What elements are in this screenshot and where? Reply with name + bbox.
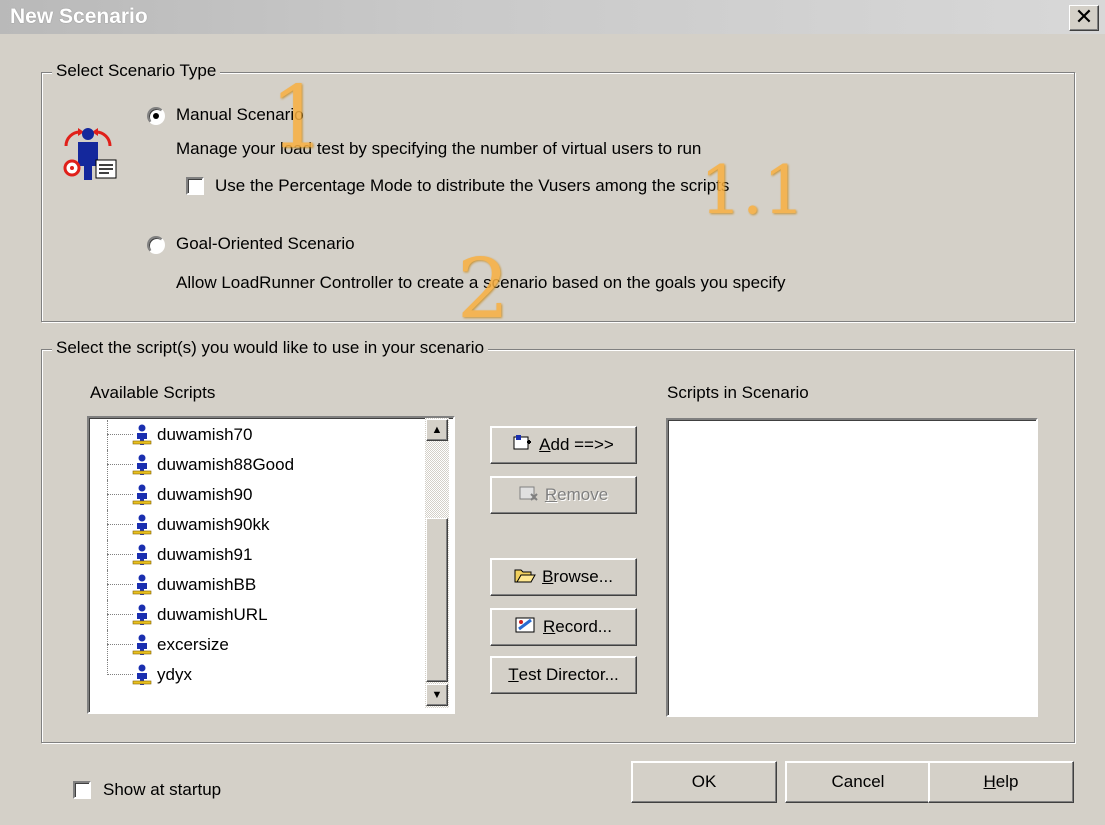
percentage-mode-checkbox[interactable] bbox=[186, 177, 204, 195]
script-name: duwamish70 bbox=[157, 425, 253, 444]
goal-oriented-label[interactable]: Goal-Oriented Scenario bbox=[176, 234, 355, 254]
record-button[interactable]: Record... bbox=[490, 608, 637, 646]
tree-line bbox=[107, 630, 108, 660]
scroll-up-button[interactable]: ▲ bbox=[426, 419, 448, 441]
tree-branch bbox=[107, 644, 133, 645]
cancel-label: Cancel bbox=[831, 772, 885, 791]
tree-branch bbox=[107, 584, 133, 585]
tree-branch bbox=[107, 494, 133, 495]
tree-branch bbox=[107, 434, 133, 435]
script-icon bbox=[131, 604, 153, 631]
tree-branch bbox=[107, 524, 133, 525]
script-name: ydyx bbox=[157, 665, 192, 684]
script-icon bbox=[131, 544, 153, 571]
list-item[interactable]: duwamish90 bbox=[89, 480, 425, 510]
browse-label: rowse... bbox=[553, 567, 613, 586]
percentage-mode-label[interactable]: Use the Percentage Mode to distribute th… bbox=[215, 176, 729, 196]
script-icon bbox=[131, 664, 153, 691]
script-name: duwamish91 bbox=[157, 545, 253, 564]
window-title: New Scenario bbox=[10, 5, 148, 28]
list-item[interactable]: ydyx bbox=[89, 660, 425, 690]
script-icon bbox=[131, 634, 153, 661]
annotation-2: 2 bbox=[457, 242, 510, 337]
new-scenario-dialog: New Scenario ✕ Select Scenario Type Manu… bbox=[0, 0, 1105, 825]
list-item[interactable]: duwamish70 bbox=[89, 420, 425, 450]
list-item[interactable]: duwamishURL bbox=[89, 600, 425, 630]
tree-branch bbox=[107, 464, 133, 465]
close-button[interactable]: ✕ bbox=[1069, 5, 1099, 31]
add-script-button[interactable]: Add ==>> bbox=[490, 426, 637, 464]
add-accel: A bbox=[539, 435, 551, 454]
script-icon bbox=[131, 424, 153, 451]
scroll-down-button[interactable]: ▼ bbox=[426, 684, 448, 706]
tree-line bbox=[107, 570, 108, 600]
annotation-1: 1 bbox=[270, 68, 325, 168]
tree-branch bbox=[107, 554, 133, 555]
close-icon: ✕ bbox=[1074, 4, 1094, 29]
scripts-in-scenario-list[interactable] bbox=[666, 418, 1038, 717]
script-name: duwamish90 bbox=[157, 485, 253, 504]
script-name: duwamish90kk bbox=[157, 515, 270, 534]
script-name: duwamish88Good bbox=[157, 455, 295, 474]
scenario-users-icon bbox=[58, 124, 120, 184]
radio-dot bbox=[153, 113, 159, 119]
tree-line bbox=[107, 420, 108, 450]
scripts-in-scenario-label: Scripts in Scenario bbox=[667, 383, 809, 402]
script-icon bbox=[131, 454, 153, 481]
tree-line bbox=[107, 660, 108, 675]
test-director-button[interactable]: Test Director... bbox=[490, 656, 637, 694]
script-name: excersize bbox=[157, 635, 229, 654]
add-label: dd ==>> bbox=[550, 435, 614, 454]
list-item[interactable]: duwamish88Good bbox=[89, 450, 425, 480]
tree-line bbox=[107, 450, 108, 480]
remove-accel: R bbox=[544, 485, 558, 504]
show-at-startup-checkbox[interactable] bbox=[73, 781, 91, 799]
tree-branch bbox=[107, 674, 133, 675]
script-icon bbox=[131, 484, 153, 511]
script-name: duwamishURL bbox=[157, 605, 268, 624]
test-director-accel: T bbox=[508, 665, 519, 684]
available-scripts-scrollbar[interactable]: ▲ ▼ bbox=[425, 418, 449, 708]
folder-open-icon bbox=[514, 566, 536, 589]
show-at-startup-label[interactable]: Show at startup bbox=[103, 780, 221, 800]
list-item[interactable]: excersize bbox=[89, 630, 425, 660]
tree-line bbox=[107, 510, 108, 540]
scenario-type-legend: Select Scenario Type bbox=[52, 61, 221, 81]
help-button[interactable]: Help bbox=[928, 761, 1074, 803]
scrollbar-thumb[interactable] bbox=[426, 518, 448, 682]
list-item[interactable]: duwamishBB bbox=[89, 570, 425, 600]
record-accel: R bbox=[543, 617, 556, 636]
browse-button[interactable]: Browse... bbox=[490, 558, 637, 596]
goal-oriented-radio[interactable] bbox=[147, 236, 165, 254]
ok-label: OK bbox=[691, 772, 717, 791]
add-script-icon bbox=[513, 434, 533, 457]
list-item[interactable]: duwamish91 bbox=[89, 540, 425, 570]
tree-line bbox=[107, 540, 108, 570]
list-item[interactable]: duwamish90kk bbox=[89, 510, 425, 540]
available-scripts-list[interactable]: duwamish70 duwamish88Good duwamish90 duwami… bbox=[87, 416, 455, 714]
title-bar[interactable]: New Scenario ✕ bbox=[0, 0, 1105, 34]
remove-script-button[interactable]: Remove bbox=[490, 476, 637, 514]
annotation-1-1: 1.1 bbox=[700, 152, 805, 229]
tree-line bbox=[107, 480, 108, 510]
script-icon bbox=[131, 574, 153, 601]
browse-accel: B bbox=[542, 567, 554, 586]
record-label: ecord... bbox=[555, 617, 612, 636]
tree-branch bbox=[107, 614, 133, 615]
tree-line bbox=[107, 600, 108, 630]
script-icon bbox=[131, 514, 153, 541]
cancel-button[interactable]: Cancel bbox=[785, 761, 931, 803]
help-accel: H bbox=[983, 772, 996, 791]
manual-scenario-description: Manage your load test by specifying the … bbox=[176, 139, 702, 158]
scripts-legend: Select the script(s) you would like to u… bbox=[52, 338, 489, 358]
remove-script-icon bbox=[519, 484, 539, 507]
record-icon bbox=[515, 616, 537, 639]
manual-scenario-radio[interactable] bbox=[147, 107, 165, 125]
available-scripts-label: Available Scripts bbox=[90, 383, 216, 402]
remove-label: emove bbox=[557, 485, 609, 504]
ok-button[interactable]: OK bbox=[631, 761, 777, 803]
script-name: duwamishBB bbox=[157, 575, 257, 594]
help-label: elp bbox=[995, 772, 1019, 791]
test-director-label: est Director... bbox=[518, 665, 619, 684]
